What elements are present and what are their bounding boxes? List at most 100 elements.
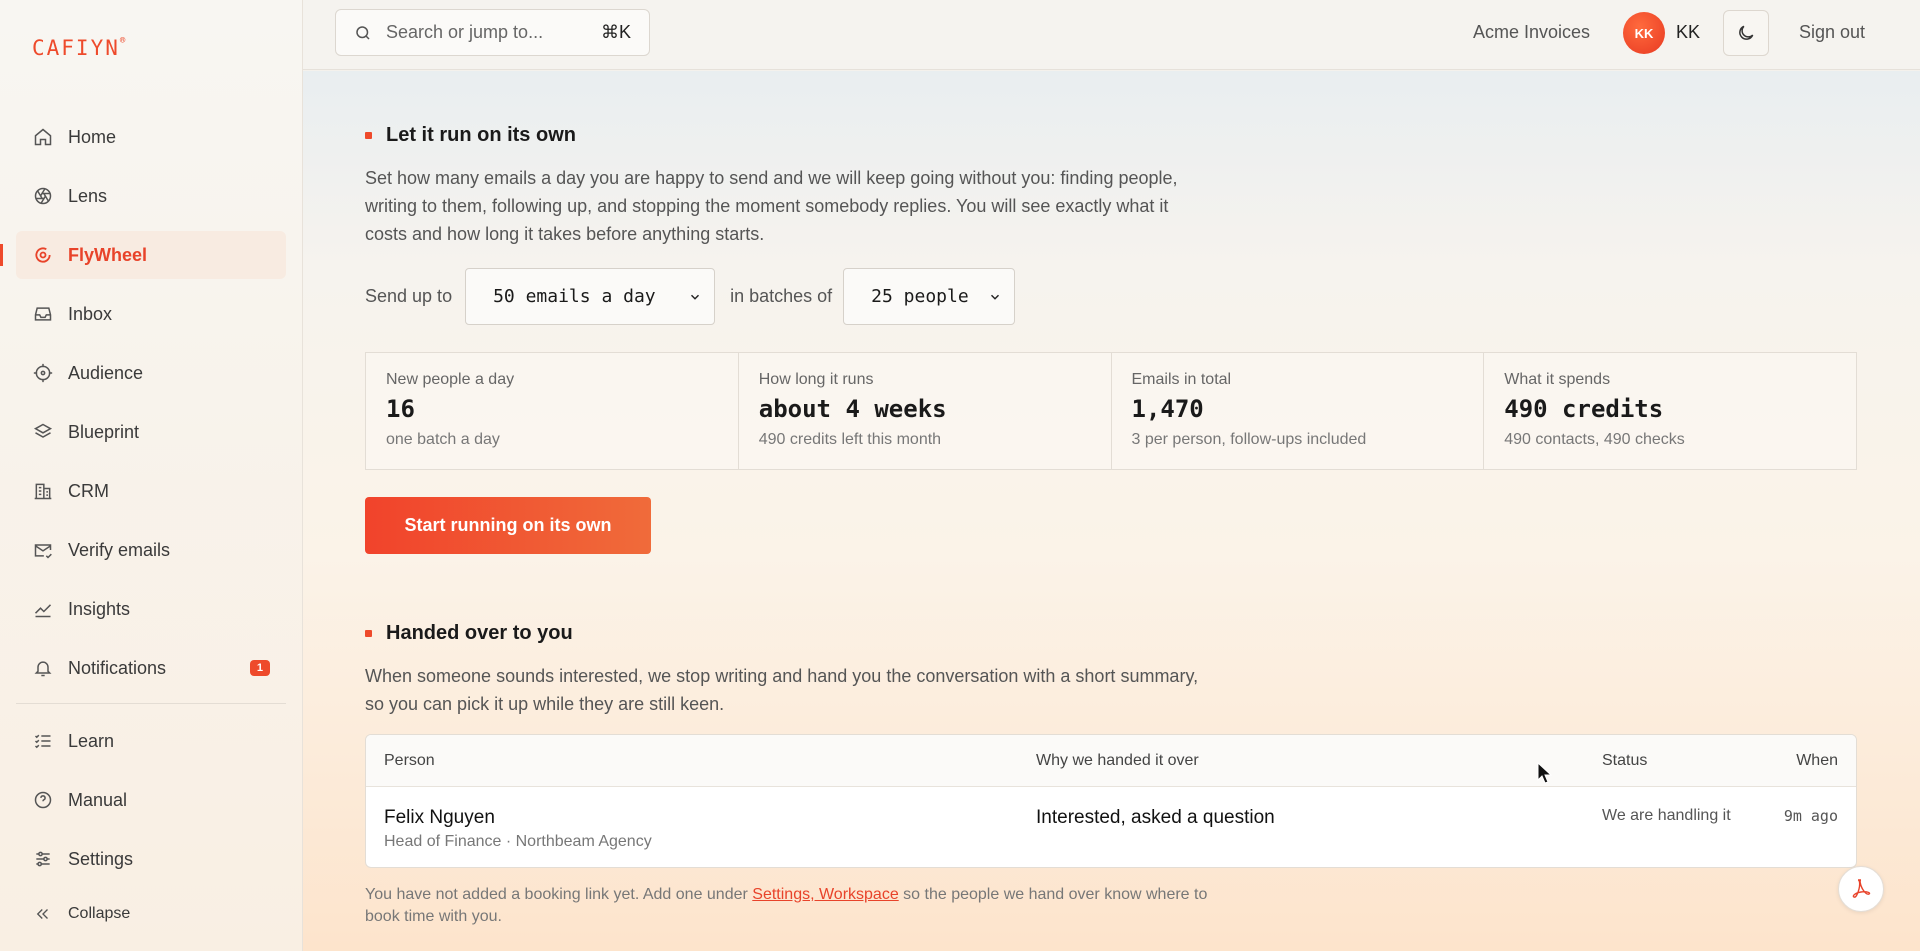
sidebar-item-flywheel[interactable]: FlyWheel <box>0 231 286 279</box>
batch-size-select[interactable]: 25 people <box>843 268 1016 325</box>
sidebar-item-notifications[interactable]: Notifications 1 <box>16 644 286 692</box>
stat-duration: How long it runs about 4 weeks 490 credi… <box>739 353 1112 469</box>
sidebar-item-manual[interactable]: Manual <box>16 776 286 824</box>
stat-new-people: New people a day 16 one batch a day <box>366 353 739 469</box>
sidebar-divider <box>16 703 286 704</box>
brand-logo[interactable]: CAFIYN® <box>32 36 127 60</box>
sign-out-button[interactable]: Sign out <box>1799 22 1865 43</box>
start-running-button[interactable]: Start running on its own <box>365 497 651 554</box>
sidebar-item-home[interactable]: Home <box>16 113 286 161</box>
sidebar-collapse-button[interactable]: Collapse <box>16 894 286 934</box>
person-name[interactable]: Felix Nguyen <box>384 807 495 829</box>
person-role: Head of Finance · Northbeam Agency <box>384 833 652 850</box>
sidebar-item-settings[interactable]: Settings <box>16 835 286 883</box>
batches-label: in batches of <box>730 286 833 306</box>
bell-icon <box>32 657 54 679</box>
stat-sub: one batch a day <box>386 431 500 448</box>
sidebar-item-blueprint[interactable]: Blueprint <box>16 408 286 456</box>
sidebar-nav: Home Lens FlyWheel Inbox Audience Bluepr… <box>0 113 286 934</box>
stat-label: Emails in total <box>1131 371 1232 388</box>
topbar: Search or jump to... ⌘K Acme Invoices KK… <box>303 0 1920 70</box>
stat-value: 1,470 <box>1131 395 1204 423</box>
autorun-description: Set how many emails a day you are happy … <box>365 168 1178 244</box>
home-icon <box>32 126 54 148</box>
column-status[interactable]: Status <box>1602 752 1647 770</box>
sidebar-item-lens[interactable]: Lens <box>16 172 286 220</box>
sidebar-item-insights[interactable]: Insights <box>16 585 286 633</box>
theme-toggle-button[interactable] <box>1723 10 1769 56</box>
chart-line-icon <box>32 598 54 620</box>
chevron-down-icon <box>988 290 1002 304</box>
handover-table: Person Why we handed it over Status When… <box>365 734 1857 868</box>
stat-value: 490 credits <box>1504 395 1664 423</box>
handover-time: 9m ago <box>1783 807 1838 825</box>
table-header: Person Why we handed it over Status When <box>366 735 1856 787</box>
stat-emails-total: Emails in total 1,470 3 per person, foll… <box>1112 353 1485 469</box>
sliders-icon <box>32 848 54 870</box>
stat-label: How long it runs <box>758 371 874 388</box>
inbox-icon <box>32 303 54 325</box>
stat-value: 16 <box>386 395 415 423</box>
workspace-switcher[interactable]: Acme Invoices <box>1473 22 1590 43</box>
stat-label: New people a day <box>386 371 515 388</box>
notification-count-badge: 1 <box>249 660 270 676</box>
sidebar-item-label: FlyWheel <box>68 244 148 265</box>
sidebar-item-label: Blueprint <box>68 421 140 442</box>
chevron-down-icon <box>688 290 702 304</box>
sidebar-item-label: CRM <box>68 480 109 501</box>
table-row[interactable]: Felix Nguyen Head of Finance · Northbeam… <box>366 787 1856 867</box>
settings-workspace-link[interactable]: Settings, Workspace <box>752 886 898 903</box>
sidebar-item-label: Manual <box>68 789 128 810</box>
handover-description: When someone sounds interested, we stop … <box>365 666 1199 714</box>
handover-title: Handed over to you <box>363 622 573 645</box>
sidebar-item-label: Insights <box>68 598 131 619</box>
autorun-title: Let it run on its own <box>363 124 576 147</box>
sidebar-item-label: Inbox <box>68 303 113 324</box>
avatar[interactable]: KK <box>1623 12 1665 54</box>
user-initials[interactable]: KK <box>1676 22 1700 43</box>
pdf-icon <box>1849 877 1873 901</box>
mouse-cursor-icon <box>1537 761 1553 789</box>
handover-status: We are handling it <box>1602 807 1731 824</box>
emails-per-day-select[interactable]: 50 emails a day <box>465 268 716 325</box>
mail-check-icon <box>32 539 54 561</box>
search-placeholder: Search or jump to... <box>386 22 544 42</box>
list-check-icon <box>32 730 54 752</box>
stat-sub: 3 per person, follow-ups included <box>1131 431 1367 448</box>
flywheel-icon <box>32 244 54 266</box>
sidebar-item-verify-emails[interactable]: Verify emails <box>16 526 286 574</box>
sidebar-item-label: Notifications <box>68 657 167 678</box>
column-why[interactable]: Why we handed it over <box>1036 752 1199 770</box>
sidebar: CAFIYN® Home Lens FlyWheel Inbox Audienc… <box>0 0 303 951</box>
sidebar-item-label: Learn <box>68 730 115 751</box>
cost-summary: New people a day 16 one batch a day How … <box>365 352 1857 470</box>
crosshair-icon <box>32 362 54 384</box>
column-person[interactable]: Person <box>384 752 435 770</box>
sidebar-item-audience[interactable]: Audience <box>16 349 286 397</box>
help-circle-icon <box>32 789 54 811</box>
sidebar-item-inbox[interactable]: Inbox <box>16 290 286 338</box>
sidebar-item-label: Lens <box>68 185 108 206</box>
stat-value: about 4 weeks <box>758 395 947 423</box>
aperture-icon <box>32 185 54 207</box>
send-settings-row: Send up to 50 emails a day in batches of… <box>365 268 1016 325</box>
send-up-to-label: Send up to <box>365 286 453 306</box>
stat-spend: What it spends 490 credits 490 contacts,… <box>1484 353 1856 469</box>
stat-sub: 490 contacts, 490 checks <box>1504 431 1685 448</box>
stat-label: What it spends <box>1504 371 1611 388</box>
moon-icon <box>1736 23 1756 43</box>
sidebar-item-crm[interactable]: CRM <box>16 467 286 515</box>
column-when[interactable]: When <box>1796 752 1838 770</box>
building-icon <box>32 480 54 502</box>
sidebar-item-label: Verify emails <box>68 539 171 560</box>
booking-link-note: You have not added a booking link yet. A… <box>365 886 1208 925</box>
layers-icon <box>32 421 54 443</box>
sidebar-item-label: Home <box>68 126 117 147</box>
handover-reason: Interested, asked a question <box>1036 807 1275 828</box>
pdf-export-button[interactable] <box>1838 866 1884 912</box>
sidebar-item-learn[interactable]: Learn <box>16 717 286 765</box>
sidebar-item-label: Audience <box>68 362 144 383</box>
search-shortcut: ⌘K <box>600 22 631 42</box>
search-input[interactable]: Search or jump to... ⌘K <box>335 9 650 56</box>
search-icon <box>354 24 372 42</box>
